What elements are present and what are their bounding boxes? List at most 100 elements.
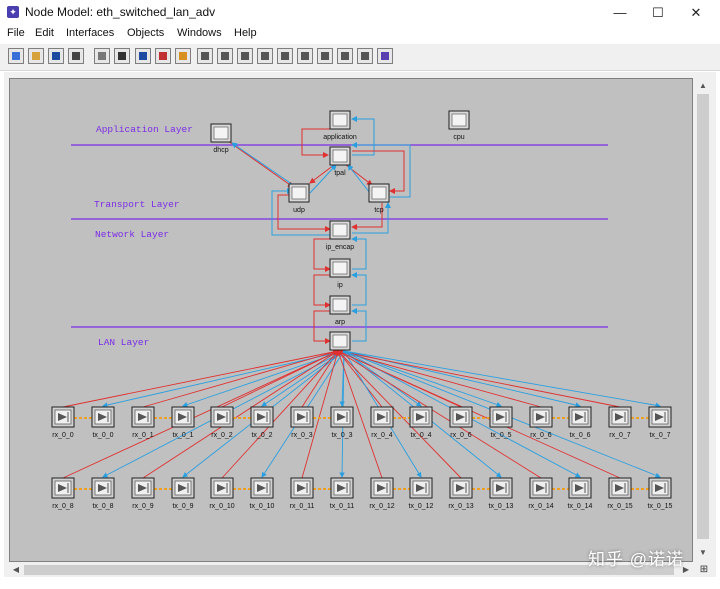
- node-editor-canvas[interactable]: Application Layer Transport Layer Network …: [9, 78, 693, 562]
- menu-interfaces[interactable]: Interfaces: [66, 27, 114, 39]
- scroll-left-icon[interactable]: ◀: [9, 563, 23, 577]
- logical-association-icon[interactable]: [237, 48, 253, 64]
- xcvr-tx_0_7-r1-label: tx_0_7: [649, 432, 670, 439]
- packet-stream-icon[interactable]: [197, 48, 213, 64]
- xcvr-tx_0_15-r2-label: tx_0_15: [648, 503, 673, 510]
- module-dhcp-label: dhcp: [213, 147, 228, 154]
- module-tcp-label: tcp: [374, 207, 383, 214]
- xcvr-tx_0_2-r1-label: tx_0_2: [251, 432, 272, 439]
- module-tcp-face: [371, 186, 387, 200]
- module-ip-face: [332, 261, 348, 275]
- module-tpal-face: [332, 149, 348, 163]
- vertical-scroll-thumb[interactable]: [697, 94, 709, 539]
- module-application-label: application: [323, 134, 357, 141]
- radio-tx-glyph: [281, 52, 289, 60]
- print-glyph: [72, 52, 80, 60]
- stream-app-tpal: [301, 128, 330, 158]
- stream-udp-tpal: [309, 164, 337, 194]
- xcvr-tx_0_9-r2-label: tx_0_9: [172, 503, 193, 510]
- verify-links-icon[interactable]: [357, 48, 373, 64]
- xcvr-tx_0_0-r1-label: tx_0_0: [92, 432, 113, 439]
- antenna-glyph: [321, 52, 329, 60]
- window-title: Node Model: eth_switched_lan_adv: [25, 5, 216, 19]
- close-button[interactable]: ✕: [682, 3, 710, 23]
- watermark: 知乎 @诺诺: [588, 550, 684, 569]
- xcvr-rx_0_9-r2-label: rx_0_9: [132, 503, 154, 510]
- save-icon[interactable]: [48, 48, 64, 64]
- menu-help[interactable]: Help: [234, 27, 257, 39]
- module-tpal-label: tpal: [334, 170, 346, 177]
- xcvr-rx_0_3-r1-label: rx_0_3: [291, 432, 313, 439]
- module-ip-label: ip: [337, 282, 343, 289]
- xcvr-tx_0_6-r1-label: tx_0_6: [569, 432, 590, 439]
- minimize-button[interactable]: —: [606, 3, 634, 23]
- xcvr-rx_0_14-r2-label: rx_0_14: [528, 503, 553, 510]
- bus-tx-icon[interactable]: [175, 48, 191, 64]
- xcvr-rx_0_2-r1-label: rx_0_2: [211, 432, 233, 439]
- point-to-point-tx-icon[interactable]: [135, 48, 151, 64]
- menu-edit[interactable]: Edit: [35, 27, 54, 39]
- module-ip_encap-label: ip_encap: [326, 244, 355, 251]
- bus-rx-glyph: [261, 52, 269, 60]
- xcvr-rx_0_1-r1-label: rx_0_1: [132, 432, 154, 439]
- resize-grip-icon[interactable]: ⊞: [697, 563, 711, 577]
- radio-rx-glyph: [301, 52, 309, 60]
- open-icon[interactable]: [28, 48, 44, 64]
- menu-file[interactable]: File: [7, 27, 25, 39]
- stream-arp-ip: [351, 272, 367, 306]
- menu-objects[interactable]: Objects: [127, 27, 164, 39]
- bus-rx-icon[interactable]: [257, 48, 273, 64]
- vertical-scrollbar[interactable]: ▲ ▼: [695, 78, 711, 562]
- layer-label-2: Network Layer: [95, 229, 169, 240]
- xcvr-rx_0_13-r2-label: rx_0_13: [448, 503, 473, 510]
- logical-association-glyph: [241, 52, 249, 60]
- stream-rx_0_0-mac: [62, 349, 339, 408]
- stream-udp-dhcp: [231, 142, 297, 188]
- point-to-point-tx-glyph: [139, 52, 147, 60]
- compile-icon[interactable]: [377, 48, 393, 64]
- processor-glyph: [98, 52, 106, 60]
- point-to-point-rx-glyph: [159, 52, 167, 60]
- layer-label-0: Application Layer: [96, 124, 193, 135]
- antenna-icon[interactable]: [317, 48, 333, 64]
- stream-mac-tx_0_2: [261, 350, 345, 407]
- title-bar: ✦ Node Model: eth_switched_lan_adv — ☐ ✕: [0, 0, 720, 26]
- module-dhcp-face: [213, 126, 229, 140]
- xcvr-rx_0_10-r2-label: rx_0_10: [209, 503, 234, 510]
- queue-icon[interactable]: [114, 48, 130, 64]
- horizontal-scroll-thumb[interactable]: [24, 565, 674, 575]
- xcvr-tx_0_13-r2-label: tx_0_13: [489, 503, 514, 510]
- save-glyph: [52, 52, 60, 60]
- xcvr-rx_0_4-r1-label: rx_0_4: [371, 432, 393, 439]
- scroll-up-icon[interactable]: ▲: [696, 79, 710, 93]
- statistic-wire-icon[interactable]: [217, 48, 233, 64]
- module-udp-label: udp: [293, 207, 305, 214]
- menu-windows[interactable]: Windows: [177, 27, 222, 39]
- xcvr-rx_0_0-r1-label: rx_0_0: [52, 432, 74, 439]
- xcvr-tx_0_12-r2-label: tx_0_12: [409, 503, 434, 510]
- xcvr-rx_0_6-r1-label: rx_0_6: [530, 432, 552, 439]
- stream-rx_0_6-mac: [337, 349, 542, 408]
- scroll-down-icon[interactable]: ▼: [696, 546, 710, 560]
- print-icon[interactable]: [68, 48, 84, 64]
- verify-links-glyph: [361, 52, 369, 60]
- processor-icon[interactable]: [94, 48, 110, 64]
- stream-arp-mac: [313, 310, 331, 344]
- xcvr-tx_0_8-r2-label: tx_0_8: [92, 503, 113, 510]
- xcvr-rx_0_15-r2-label: rx_0_15: [607, 503, 632, 510]
- xcvr-tx_0_3-r1-label: tx_0_3: [331, 432, 352, 439]
- radio-tx-icon[interactable]: [277, 48, 293, 64]
- maximize-button[interactable]: ☐: [644, 3, 672, 23]
- node-diagram: Application Layer Transport Layer Network …: [51, 110, 673, 510]
- stream-mac-arp: [351, 308, 367, 342]
- queue-glyph: [118, 52, 126, 60]
- new-icon[interactable]: [8, 48, 24, 64]
- node-attributes-icon[interactable]: [337, 48, 353, 64]
- point-to-point-rx-icon[interactable]: [155, 48, 171, 64]
- statistic-wire-glyph: [221, 52, 229, 60]
- layer-label-1: Transport Layer: [94, 199, 180, 210]
- xcvr-rx_0_8-r2-label: rx_0_8: [52, 503, 74, 510]
- radio-rx-icon[interactable]: [297, 48, 313, 64]
- xcvr-tx_0_11-r2-label: tx_0_11: [330, 503, 354, 510]
- app-icon: ✦: [7, 6, 19, 18]
